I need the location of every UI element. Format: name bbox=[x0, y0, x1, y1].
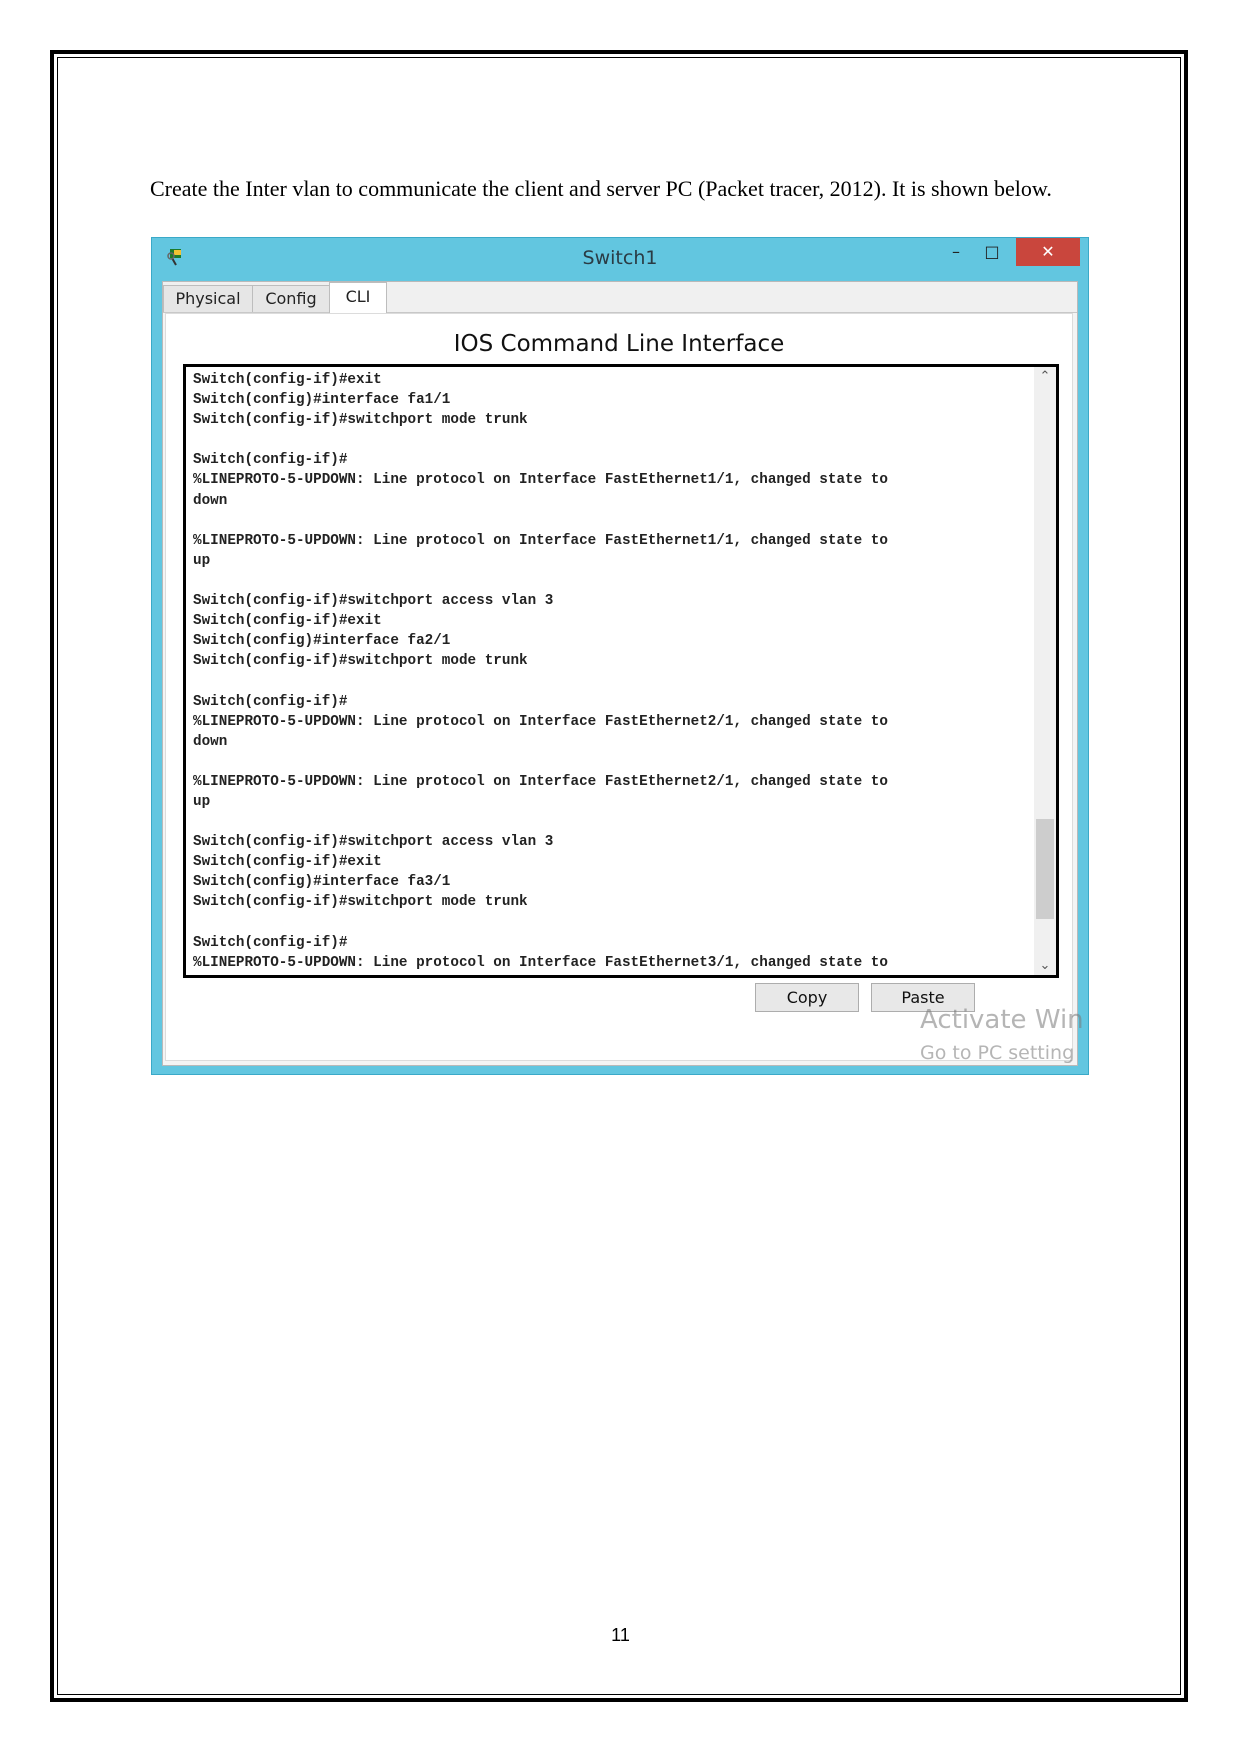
activation-watermark-sub: Go to PC setting bbox=[920, 1042, 1075, 1064]
terminal-line: Switch(config-if)# bbox=[193, 693, 348, 710]
activation-watermark: Activate Win bbox=[920, 1005, 1084, 1035]
tab-config[interactable]: Config bbox=[252, 285, 330, 312]
terminal-line: Switch(config-if)#switchport access vlan… bbox=[193, 834, 554, 851]
terminal-line: Switch(config-if)#switchport mode trunk bbox=[193, 412, 528, 429]
switch1-window: Switch1 – □ ✕ Physical Config CLI IOS Co… bbox=[151, 237, 1089, 1075]
terminal-line: %LINEPROTO-5-UPDOWN: Line protocol on In… bbox=[193, 532, 888, 549]
copy-button[interactable]: Copy bbox=[755, 983, 859, 1012]
terminal-line: Switch(config-if)# bbox=[193, 934, 348, 951]
terminal-line: Switch(config)#interface fa3/1 bbox=[193, 874, 451, 891]
close-button[interactable]: ✕ bbox=[1016, 238, 1080, 266]
cli-heading: IOS Command Line Interface bbox=[453, 331, 785, 357]
terminal-line: up bbox=[193, 793, 211, 810]
terminal-line: down bbox=[193, 492, 228, 509]
terminal-line: Switch(config-if)#exit bbox=[193, 854, 382, 871]
terminal-line: Switch(config-if)#switchport access vlan… bbox=[193, 593, 554, 610]
terminal-line: up bbox=[193, 552, 211, 569]
page-number: 11 bbox=[611, 1625, 630, 1645]
scrollbar-thumb[interactable] bbox=[1036, 819, 1054, 919]
tab-physical[interactable]: Physical bbox=[163, 285, 253, 312]
scroll-up-icon[interactable]: ⌃ bbox=[1034, 369, 1056, 384]
maximize-button[interactable]: □ bbox=[972, 238, 1012, 266]
terminal-line: Switch(config-if)#exit bbox=[193, 613, 382, 630]
terminal-line: %LINEPROTO-5-UPDOWN: Line protocol on In… bbox=[193, 773, 888, 790]
terminal-line: %LINEPROTO-5-UPDOWN: Line protocol on In… bbox=[193, 472, 888, 489]
terminal-line: down bbox=[193, 733, 228, 750]
terminal-output: Switch(config-if)#exit Switch(config)#int… bbox=[193, 370, 888, 973]
tab-bar: Physical Config CLI bbox=[163, 282, 1077, 313]
cli-pane: IOS Command Line Interface Switch(config… bbox=[165, 313, 1073, 1061]
terminal-line: %LINEPROTO-5-UPDOWN: Line protocol on In… bbox=[193, 713, 888, 730]
terminal-line: Switch(config)#interface fa1/1 bbox=[193, 392, 451, 409]
minimize-button[interactable]: – bbox=[936, 238, 976, 266]
terminal-line: Switch(config-if)#switchport mode trunk bbox=[193, 653, 528, 670]
cli-terminal[interactable]: Switch(config-if)#exit Switch(config)#int… bbox=[183, 364, 1059, 978]
terminal-line: Switch(config-if)#exit bbox=[193, 372, 382, 388]
tab-cli[interactable]: CLI bbox=[329, 282, 387, 313]
body-paragraph: Create the Inter vlan to communicate the… bbox=[150, 176, 1052, 201]
terminal-line: %LINEPROTO-5-UPDOWN: Line protocol on In… bbox=[193, 954, 888, 971]
terminal-scrollbar[interactable]: ⌃ ⌄ bbox=[1034, 367, 1056, 975]
terminal-line: Switch(config-if)# bbox=[193, 452, 348, 469]
window-client: Physical Config CLI IOS Command Line Int… bbox=[162, 281, 1078, 1066]
terminal-line: Switch(config-if)#switchport mode trunk bbox=[193, 894, 528, 911]
title-bar[interactable]: Switch1 – □ ✕ bbox=[152, 238, 1088, 281]
scroll-down-icon[interactable]: ⌄ bbox=[1034, 958, 1056, 973]
terminal-line: Switch(config)#interface fa2/1 bbox=[193, 633, 451, 650]
